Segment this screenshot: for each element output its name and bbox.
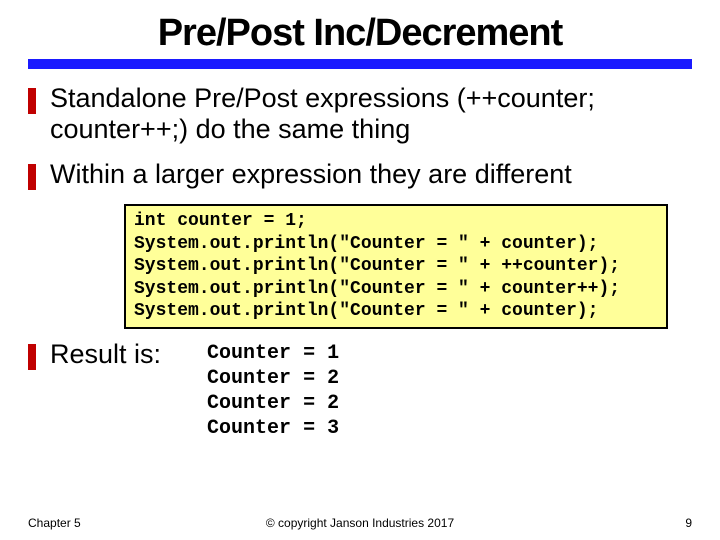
footer-chapter: Chapter 5 [28, 516, 81, 530]
footer-page-number: 9 [685, 516, 692, 530]
code-line: int counter = 1; [134, 211, 307, 231]
bullet-text: Within a larger expression they are diff… [50, 159, 572, 190]
slide-title: Pre/Post Inc/Decrement [28, 12, 692, 57]
output-line: Counter = 3 [207, 417, 339, 440]
slide: Pre/Post Inc/Decrement Standalone Pre/Po… [0, 0, 720, 540]
output-line: Counter = 1 [207, 342, 339, 365]
result-row: Result is: Counter = 1 Counter = 2 Count… [28, 339, 692, 441]
bullet-list: Standalone Pre/Post expressions (++count… [28, 83, 692, 190]
bullet-text: Result is: [50, 339, 161, 370]
output-line: Counter = 2 [207, 392, 339, 415]
bullet-item: Result is: [28, 339, 161, 370]
bullet-text: Standalone Pre/Post expressions (++count… [50, 83, 692, 145]
bullet-marker-icon [28, 88, 36, 114]
code-line: System.out.println("Counter = " + ++coun… [134, 256, 620, 276]
code-line: System.out.println("Counter = " + counte… [134, 301, 598, 321]
footer: Chapter 5 © copyright Janson Industries … [0, 516, 720, 530]
bullet-item: Within a larger expression they are diff… [28, 159, 692, 190]
code-line: System.out.println("Counter = " + counte… [134, 234, 598, 254]
footer-copyright: © copyright Janson Industries 2017 [0, 516, 720, 530]
bullet-marker-icon [28, 344, 36, 370]
bullet-marker-icon [28, 164, 36, 190]
code-box: int counter = 1; System.out.println("Cou… [124, 204, 668, 329]
code-line: System.out.println("Counter = " + counte… [134, 279, 620, 299]
output-box: Counter = 1 Counter = 2 Counter = 2 Coun… [207, 341, 339, 441]
output-line: Counter = 2 [207, 367, 339, 390]
bullet-item: Standalone Pre/Post expressions (++count… [28, 83, 692, 145]
title-underline [28, 59, 692, 69]
